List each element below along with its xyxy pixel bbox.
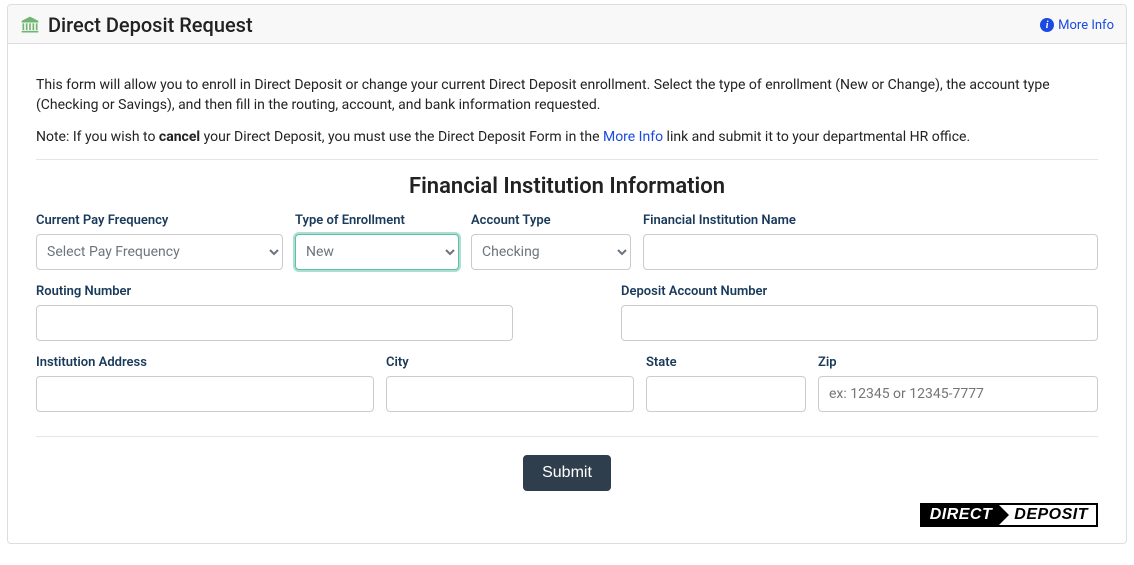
- select-enrollment[interactable]: New: [295, 234, 459, 270]
- label-enrollment: Type of Enrollment: [295, 213, 459, 228]
- direct-deposit-logo: DIRECT DEPOSIT: [920, 503, 1098, 527]
- label-state: State: [646, 355, 806, 370]
- more-info-label: More Info: [1058, 18, 1114, 33]
- label-routing: Routing Number: [36, 284, 513, 299]
- note-suffix: link and submit it to your departmental …: [663, 129, 970, 145]
- label-pay-frequency: Current Pay Frequency: [36, 213, 283, 228]
- group-deposit-account: Deposit Account Number: [621, 284, 1098, 341]
- spacer: [525, 284, 609, 341]
- label-deposit-account: Deposit Account Number: [621, 284, 1098, 299]
- logo-wrap: DIRECT DEPOSIT: [36, 503, 1098, 527]
- logo-right: DEPOSIT: [998, 504, 1096, 526]
- input-state[interactable]: [646, 376, 806, 412]
- note-prefix: Note: If you wish to: [36, 129, 159, 145]
- intro-text: This form will allow you to enroll in Di…: [36, 76, 1098, 115]
- input-city[interactable]: [386, 376, 634, 412]
- panel-header: Direct Deposit Request i More Info: [8, 5, 1126, 44]
- group-fin-name: Financial Institution Name: [643, 213, 1098, 270]
- note-link[interactable]: More Info: [603, 129, 663, 145]
- input-routing[interactable]: [36, 305, 513, 341]
- logo-left: DIRECT: [922, 504, 999, 526]
- form-row-2: Routing Number Deposit Account Number: [36, 284, 1098, 341]
- divider-bottom: [36, 436, 1098, 437]
- submit-wrap: Submit: [36, 455, 1098, 491]
- group-account-type: Account Type Checking: [471, 213, 631, 270]
- select-pay-frequency[interactable]: Select Pay Frequency: [36, 234, 283, 270]
- panel-body: This form will allow you to enroll in Di…: [8, 44, 1126, 543]
- group-city: City: [386, 355, 634, 412]
- input-address[interactable]: [36, 376, 374, 412]
- label-address: Institution Address: [36, 355, 374, 370]
- input-zip[interactable]: [818, 376, 1098, 412]
- label-city: City: [386, 355, 634, 370]
- form-row-3: Institution Address City State Zip: [36, 355, 1098, 412]
- group-address: Institution Address: [36, 355, 374, 412]
- select-account-type[interactable]: Checking: [471, 234, 631, 270]
- page-title: Direct Deposit Request: [48, 13, 253, 37]
- info-icon: i: [1040, 18, 1054, 32]
- note-middle: your Direct Deposit, you must use the Di…: [200, 129, 603, 145]
- form-row-1: Current Pay Frequency Select Pay Frequen…: [36, 213, 1098, 270]
- group-zip: Zip: [818, 355, 1098, 412]
- group-state: State: [646, 355, 806, 412]
- section-title: Financial Institution Information: [36, 174, 1098, 199]
- note-text: Note: If you wish to cancel your Direct …: [36, 129, 1098, 145]
- input-deposit-account[interactable]: [621, 305, 1098, 341]
- label-zip: Zip: [818, 355, 1098, 370]
- note-cancel: cancel: [159, 129, 200, 145]
- submit-button[interactable]: Submit: [523, 455, 611, 491]
- input-fin-name[interactable]: [643, 234, 1098, 270]
- more-info-link[interactable]: i More Info: [1040, 18, 1114, 33]
- group-routing: Routing Number: [36, 284, 513, 341]
- divider-top: [36, 159, 1098, 160]
- label-account-type: Account Type: [471, 213, 631, 228]
- panel: Direct Deposit Request i More Info This …: [7, 4, 1127, 544]
- label-fin-name: Financial Institution Name: [643, 213, 1098, 228]
- group-pay-frequency: Current Pay Frequency Select Pay Frequen…: [36, 213, 283, 270]
- bank-icon: [20, 15, 40, 35]
- group-enrollment: Type of Enrollment New: [295, 213, 459, 270]
